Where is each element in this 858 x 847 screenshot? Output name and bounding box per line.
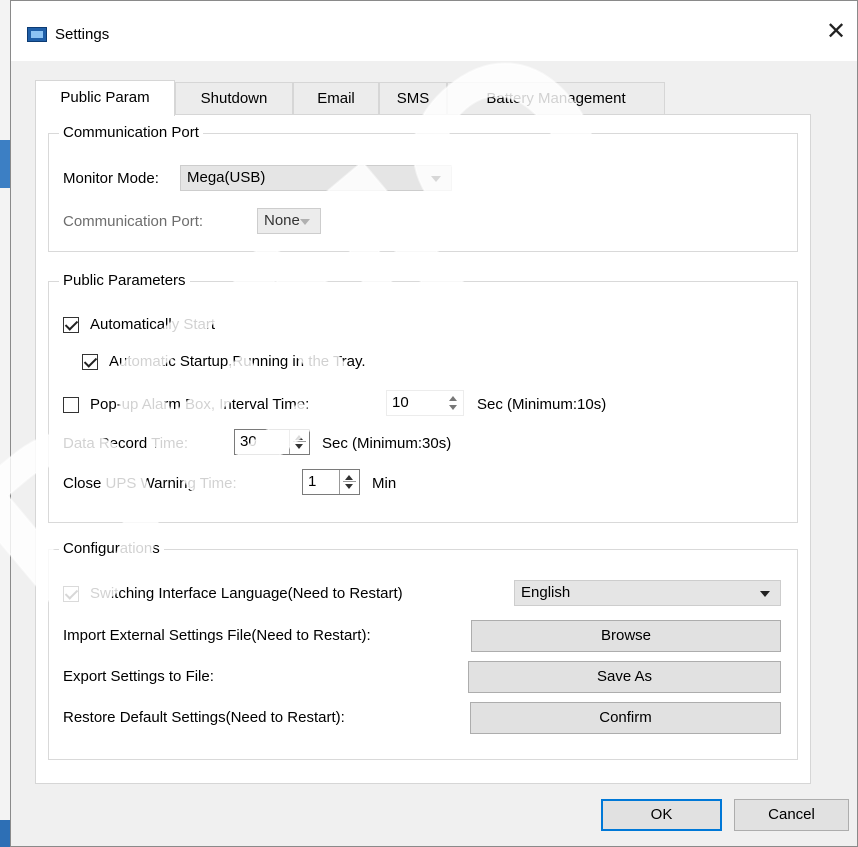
tab-email[interactable]: Email xyxy=(293,82,379,114)
app-icon xyxy=(27,27,47,42)
stepper-divider xyxy=(343,481,356,482)
title-bar[interactable]: Settings ✕ xyxy=(11,1,857,61)
popup-alarm-label[interactable]: Pop-up Alarm Box, Interval Time: xyxy=(90,396,309,413)
stepper-divider xyxy=(293,441,306,442)
monitor-mode-label: Monitor Mode: xyxy=(63,170,159,187)
dropdown-value: None xyxy=(264,212,300,229)
arrow-down-icon[interactable] xyxy=(345,484,353,489)
ok-button[interactable]: OK xyxy=(601,799,722,831)
confirm-restore-button[interactable]: Confirm xyxy=(470,702,781,734)
data-record-label: Data Record Time: xyxy=(63,435,189,452)
group-title: Communication Port xyxy=(59,124,203,141)
chevron-down-icon xyxy=(760,591,770,597)
arrow-down-icon[interactable] xyxy=(295,444,303,449)
close-ups-warning-unit: Min xyxy=(372,475,397,492)
background-window-highlight xyxy=(0,820,10,847)
close-icon[interactable]: ✕ xyxy=(821,17,851,47)
tab-battery-management[interactable]: Battery Management xyxy=(447,82,665,114)
switch-language-label[interactable]: Switching Interface Language(Need to Res… xyxy=(90,585,403,602)
communication-port-label: Communication Port: xyxy=(63,213,204,230)
popup-interval-stepper[interactable]: 10 xyxy=(386,390,464,416)
dropdown-value: Mega(USB) xyxy=(187,169,266,186)
data-record-stepper[interactable]: 30 xyxy=(234,429,310,455)
stepper-value: 1 xyxy=(308,473,317,490)
dropdown-value: English xyxy=(521,584,571,601)
auto-start-checkbox[interactable] xyxy=(63,317,79,333)
popup-interval-unit: Sec (Minimum:10s) xyxy=(477,396,607,413)
window-title: Settings xyxy=(55,26,110,43)
background-window-highlight xyxy=(0,140,10,188)
stepper-value: 30 xyxy=(240,433,257,450)
data-record-unit: Sec (Minimum:30s) xyxy=(322,435,452,452)
browse-button[interactable]: Browse xyxy=(471,620,781,652)
tab-public-param[interactable]: Public Param xyxy=(35,80,175,116)
cancel-button[interactable]: Cancel xyxy=(734,799,849,831)
auto-start-label[interactable]: Automatically Start xyxy=(90,316,215,333)
arrow-up-icon[interactable] xyxy=(345,475,353,480)
auto-tray-label[interactable]: Automatic Startup,Running in the Tray. xyxy=(109,353,366,370)
language-dropdown[interactable]: English xyxy=(514,580,781,606)
export-settings-label: Export Settings to File: xyxy=(63,668,214,685)
arrow-up-icon[interactable] xyxy=(295,435,303,440)
stepper-arrows[interactable] xyxy=(339,470,359,494)
close-ups-warning-stepper[interactable]: 1 xyxy=(302,469,360,495)
close-ups-warning-label: Close UPS Warning Time: xyxy=(63,475,237,492)
communication-port-group: Communication Port Monitor Mode: Mega(US… xyxy=(48,124,798,252)
dialog-client-area: Public Param Shutdown Email SMS Battery … xyxy=(11,61,857,846)
settings-dialog: Settings ✕ Public Param Shutdown Email S… xyxy=(10,0,858,847)
save-as-button[interactable]: Save As xyxy=(468,661,781,693)
restore-defaults-label: Restore Default Settings(Need to Restart… xyxy=(63,709,345,726)
group-title: Public Parameters xyxy=(59,272,190,289)
import-settings-label: Import External Settings File(Need to Re… xyxy=(63,627,371,644)
tab-panel-public-param: Communication Port Monitor Mode: Mega(US… xyxy=(35,114,811,784)
chevron-down-icon xyxy=(300,219,310,225)
switch-language-checkbox[interactable] xyxy=(63,586,79,602)
stepper-divider xyxy=(447,402,460,403)
arrow-down-icon[interactable] xyxy=(449,405,457,410)
chevron-down-icon xyxy=(431,176,441,182)
tab-shutdown[interactable]: Shutdown xyxy=(175,82,293,114)
group-title: Configurations xyxy=(59,540,164,557)
auto-tray-checkbox[interactable] xyxy=(82,354,98,370)
stepper-arrows[interactable] xyxy=(289,430,309,454)
monitor-mode-dropdown[interactable]: Mega(USB) xyxy=(180,165,452,191)
arrow-up-icon[interactable] xyxy=(449,396,457,401)
stepper-arrows[interactable] xyxy=(444,391,463,415)
stepper-value: 10 xyxy=(392,394,409,411)
communication-port-dropdown[interactable]: None xyxy=(257,208,321,234)
public-parameters-group: Public Parameters Automatically Start Au… xyxy=(48,272,798,523)
tab-sms[interactable]: SMS xyxy=(379,82,447,114)
configurations-group: Configurations Switching Interface Langu… xyxy=(48,540,798,760)
popup-alarm-checkbox[interactable] xyxy=(63,397,79,413)
